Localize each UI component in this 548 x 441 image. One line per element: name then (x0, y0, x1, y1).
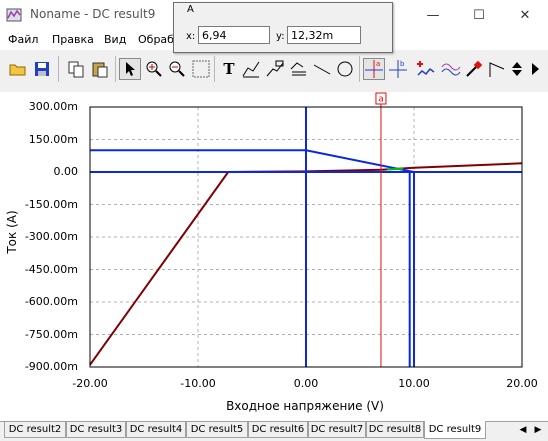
y-tick-label: -900.00m (24, 360, 78, 373)
x-tick-label: -10.00 (180, 377, 216, 390)
chart[interactable]: a (0, 0, 548, 440)
x-tick-label: 0.00 (293, 377, 319, 390)
tab-dc-result2[interactable]: DC result2 (4, 422, 66, 438)
y-tick-label: 0.00 (53, 165, 79, 178)
y-axis-label: Ток (A) (5, 210, 19, 254)
x-axis-label: Входное напряжение (V) (226, 399, 384, 413)
tab-dc-result3[interactable]: DC result3 (66, 422, 126, 438)
tab-dc-result6[interactable]: DC result6 (248, 422, 308, 438)
tab-dc-result4[interactable]: DC result4 (126, 422, 186, 438)
tab-dc-result8[interactable]: DC result8 (366, 422, 424, 438)
y-tick-label: -750.00m (24, 327, 78, 341)
y-tick-label: -600.00m (24, 295, 78, 308)
x-tick-label: 20.00 (506, 377, 538, 390)
tab-dc-result5[interactable]: DC result5 (186, 422, 248, 438)
y-tick-label: -450.00m (24, 262, 78, 276)
x-tick-label: -20.00 (72, 377, 108, 390)
cursor-label: a (378, 95, 384, 105)
tab-next-icon: ▶ (534, 425, 542, 435)
tab-dc-result9[interactable]: DC result9 (424, 421, 486, 439)
y-tick-label: 300.00m (28, 100, 78, 113)
x-tick-label: 10.00 (398, 377, 430, 390)
tab-dc-result7[interactable]: DC result7 (308, 422, 366, 438)
green-marker (386, 167, 404, 171)
cursor[interactable]: a (375, 92, 387, 367)
tab-prev-icon: ◀ (519, 425, 527, 435)
tab-prev-button[interactable]: ◀ (516, 423, 530, 437)
tab-next-button[interactable]: ▶ (531, 423, 545, 437)
y-tick-label: 150.00m (28, 132, 78, 146)
